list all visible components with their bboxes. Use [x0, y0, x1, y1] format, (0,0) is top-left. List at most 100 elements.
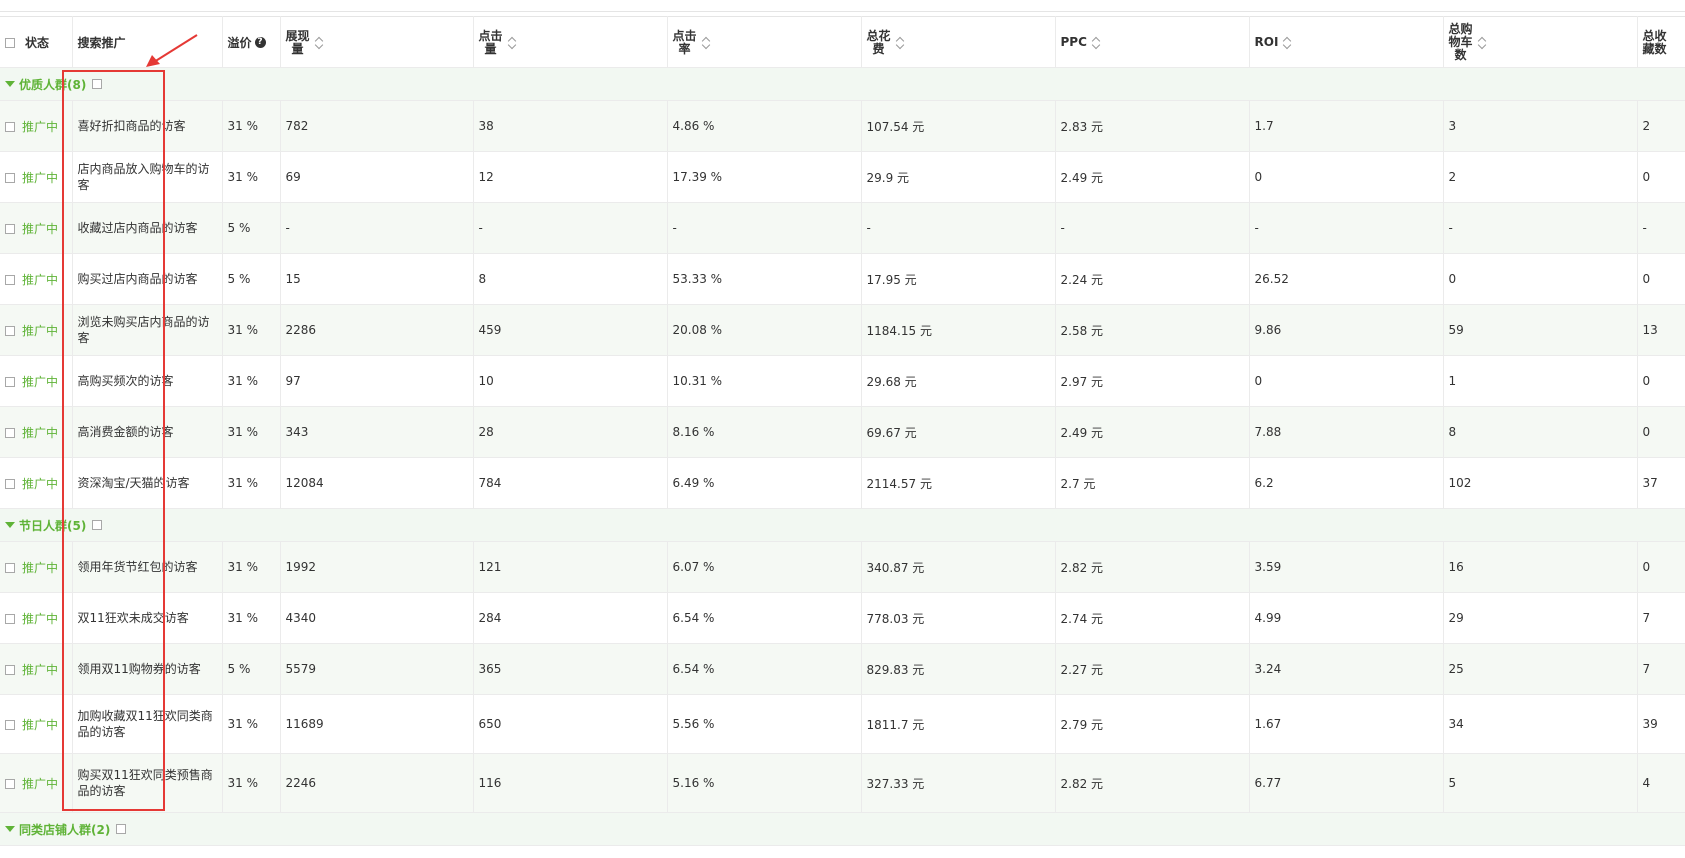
cell-name: 领用双11购物券的访客: [72, 643, 223, 695]
cell-cost: 327.33 元: [861, 753, 1056, 813]
sort-icon[interactable]: [896, 37, 904, 49]
cell-ctr: 5.56 %: [667, 694, 862, 754]
cell-impressions: 5579: [280, 643, 474, 695]
group-row[interactable]: 节日人群(5): [0, 508, 1685, 542]
cell-premium[interactable]: 5 %: [222, 202, 281, 254]
row-checkbox[interactable]: [5, 274, 15, 285]
header-fav[interactable]: 总收 藏数: [1637, 16, 1685, 68]
sort-icon[interactable]: [508, 37, 516, 49]
cell-status[interactable]: 推广中: [20, 643, 73, 695]
cell-premium[interactable]: 31 %: [222, 694, 281, 754]
cell-status[interactable]: 推广中: [20, 100, 73, 152]
group-row[interactable]: 优质人群(8): [0, 67, 1685, 101]
sort-icon[interactable]: [702, 37, 710, 49]
sort-icon[interactable]: [1478, 37, 1486, 49]
cell-status[interactable]: 推广中: [20, 406, 73, 458]
row-checkbox[interactable]: [5, 478, 15, 489]
select-all-checkbox[interactable]: [5, 37, 15, 48]
cell-status[interactable]: 推广中: [20, 457, 73, 509]
cell-status[interactable]: 推广中: [20, 304, 73, 356]
table-row[interactable]: 推广中 喜好折扣商品的访客 31 % 782 38 4.86 % 107.54 元 2.83 …: [0, 100, 1685, 152]
table-row[interactable]: 推广中 领用双11购物券的访客 5 % 5579 365 6.54 % 829.83 元 2.…: [0, 643, 1685, 695]
row-checkbox[interactable]: [5, 719, 15, 730]
header-ctr[interactable]: 点击 率: [667, 16, 862, 68]
cell-premium[interactable]: 31 %: [222, 457, 281, 509]
sort-icon[interactable]: [1283, 37, 1291, 49]
cell-status[interactable]: 推广中: [20, 541, 73, 593]
cell-status[interactable]: 推广中: [20, 253, 73, 305]
table-row[interactable]: 推广中 资深淘宝/天猫的访客 31 % 12084 784 6.49 % 2114.57 元…: [0, 457, 1685, 509]
table-row[interactable]: 推广中 高购买频次的访客 31 % 97 10 10.31 % 29.68 元 2.97 元0…: [0, 355, 1685, 407]
header-premium: 溢价?: [222, 16, 281, 68]
row-checkbox[interactable]: [5, 121, 15, 132]
header-ppc[interactable]: PPC: [1055, 16, 1250, 68]
cell-premium[interactable]: 31 %: [222, 100, 281, 152]
cell-premium[interactable]: 5 %: [222, 643, 281, 695]
cell-premium[interactable]: 31 %: [222, 355, 281, 407]
table-row[interactable]: 推广中 店内商品放入购物车的访客 31 % 69 12 17.39 % 29.9 元 2.49…: [0, 151, 1685, 203]
help-icon[interactable]: ?: [254, 36, 266, 48]
table-row[interactable]: 推广中 购买过店内商品的访客 5 % 15 8 53.33 % 17.95 元 2.24 元2…: [0, 253, 1685, 305]
caret-down-icon[interactable]: [5, 826, 15, 832]
cell-status[interactable]: 推广中: [20, 151, 73, 203]
table-row[interactable]: 推广中 领用年货节红包的访客 31 % 1992 121 6.07 % 340.87 元 2.…: [0, 541, 1685, 593]
header-fav-label: 总收 藏数: [1642, 28, 1667, 56]
table-row[interactable]: 推广中 加购收藏双11狂欢同类商品的访客 31 % 11689 650 5.56 % 181…: [0, 694, 1685, 754]
row-checkbox[interactable]: [5, 664, 15, 675]
cell-premium[interactable]: 31 %: [222, 304, 281, 356]
cell-fav: 0: [1637, 151, 1685, 203]
header-name: 搜索推广: [72, 16, 223, 68]
sort-icon[interactable]: [1092, 37, 1100, 49]
cell-status[interactable]: 推广中: [20, 753, 73, 813]
cell-premium[interactable]: 31 %: [222, 406, 281, 458]
row-checkbox[interactable]: [5, 223, 15, 234]
row-checkbox[interactable]: [5, 172, 15, 183]
cell-ppc: 2.74 元: [1055, 592, 1250, 644]
group-label[interactable]: 优质人群(8): [19, 76, 86, 93]
cell-fav: 0: [1637, 253, 1685, 305]
cell-roi: 7.88: [1249, 406, 1444, 458]
table-row[interactable]: 推广中 高消费金额的访客 31 % 343 28 8.16 % 69.67 元 2.49 元7…: [0, 406, 1685, 458]
cell-status[interactable]: 推广中: [20, 355, 73, 407]
row-checkbox[interactable]: [5, 778, 15, 789]
header-impressions[interactable]: 展现 量: [280, 16, 474, 68]
header-cart[interactable]: 总购 物车 数: [1443, 16, 1638, 68]
cell-premium[interactable]: 31 %: [222, 753, 281, 813]
cell-impressions: 15: [280, 253, 474, 305]
cell-cart: 102: [1443, 457, 1638, 509]
caret-down-icon[interactable]: [5, 81, 15, 87]
cell-premium[interactable]: 31 %: [222, 151, 281, 203]
table-row[interactable]: 推广中 收藏过店内商品的访客 5 % - - - - - - - -: [0, 202, 1685, 254]
row-checkbox[interactable]: [5, 562, 15, 573]
row-checkbox[interactable]: [5, 427, 15, 438]
cell-roi: 4.99: [1249, 592, 1444, 644]
group-cell: 同类店铺人群(2): [0, 812, 1685, 846]
group-cell: 优质人群(8): [0, 67, 1685, 101]
header-cost[interactable]: 总花 费: [861, 16, 1056, 68]
table-row[interactable]: 推广中 双11狂欢未成交访客 31 % 4340 284 6.54 % 778.03 元 2.…: [0, 592, 1685, 644]
table-row[interactable]: 推广中 浏览未购买店内商品的访客 31 % 2286 459 20.08 % 1184.15…: [0, 304, 1685, 356]
cell-status[interactable]: 推广中: [20, 694, 73, 754]
group-checkbox[interactable]: [92, 520, 103, 530]
cell-premium[interactable]: 5 %: [222, 253, 281, 305]
cell-status[interactable]: 推广中: [20, 592, 73, 644]
row-checkbox[interactable]: [5, 376, 15, 387]
caret-down-icon[interactable]: [5, 522, 15, 528]
row-checkbox[interactable]: [5, 613, 15, 624]
header-ctr-label: 点击 率: [672, 28, 697, 56]
cell-fav: 7: [1637, 592, 1685, 644]
group-checkbox[interactable]: [92, 79, 103, 89]
header-roi[interactable]: ROI: [1249, 16, 1444, 68]
group-label[interactable]: 节日人群(5): [19, 517, 86, 534]
header-clicks[interactable]: 点击 量: [473, 16, 668, 68]
group-label[interactable]: 同类店铺人群(2): [19, 821, 110, 838]
cell-premium[interactable]: 31 %: [222, 592, 281, 644]
table-row[interactable]: 推广中 购买双11狂欢同类预售商品的访客 31 % 2246 116 5.16 % 327.…: [0, 753, 1685, 813]
row-checkbox[interactable]: [5, 325, 15, 336]
cell-cart: 34: [1443, 694, 1638, 754]
group-checkbox[interactable]: [116, 824, 127, 834]
cell-premium[interactable]: 31 %: [222, 541, 281, 593]
sort-icon[interactable]: [315, 37, 323, 49]
cell-status[interactable]: 推广中: [20, 202, 73, 254]
group-row[interactable]: 同类店铺人群(2): [0, 812, 1685, 846]
